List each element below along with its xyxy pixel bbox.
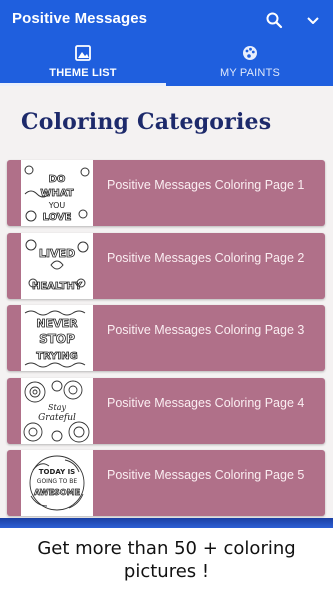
tab-theme-list-label: THEME LIST <box>49 67 117 79</box>
svg-text:WHAT: WHAT <box>40 188 73 199</box>
bottom-band <box>0 518 333 528</box>
category-label: Positive Messages Coloring Page 3 <box>107 323 305 337</box>
category-item[interactable]: TODAY IS GOING TO BE AWESOME Positive Me… <box>7 450 325 516</box>
tab-my-paints-label: MY PAINTS <box>219 67 281 79</box>
category-item[interactable]: LIVED HEALTHY Positive Messages Coloring… <box>7 233 325 299</box>
app-screen: Positive Messages THEME LIST MY PAINTS C… <box>0 0 333 592</box>
palette-icon <box>243 46 257 60</box>
category-label: Positive Messages Coloring Page 4 <box>107 396 305 410</box>
category-label: Positive Messages Coloring Page 2 <box>107 251 305 265</box>
category-item[interactable]: Stay Grateful Positive Messages Coloring… <box>7 378 325 444</box>
svg-text:LOVE: LOVE <box>43 212 72 223</box>
image-icon <box>75 45 91 61</box>
promo-banner: Get more than 50 + coloring pictures ! <box>0 528 333 592</box>
category-thumbnail: Stay Grateful <box>21 378 93 444</box>
page-title: Coloring Categories <box>21 109 272 135</box>
svg-text:HEALTHY: HEALTHY <box>32 281 83 292</box>
svg-text:NEVER: NEVER <box>36 317 78 330</box>
svg-text:Stay: Stay <box>48 403 66 412</box>
app-title: Positive Messages <box>12 10 148 27</box>
search-icon <box>266 12 283 29</box>
category-item[interactable]: DO WHAT YOU LOVE Positive Messages Color… <box>7 160 325 226</box>
svg-text:GOING TO BE: GOING TO BE <box>37 478 78 485</box>
app-bar: Positive Messages THEME LIST MY PAINTS <box>0 0 333 86</box>
svg-text:YOU: YOU <box>48 201 66 210</box>
category-thumbnail: DO WHAT YOU LOVE <box>21 160 93 226</box>
tab-my-paints[interactable]: MY PAINTS <box>167 40 333 86</box>
svg-text:TODAY IS: TODAY IS <box>39 468 75 476</box>
svg-text:Grateful: Grateful <box>38 413 76 423</box>
svg-text:DO: DO <box>49 174 66 185</box>
promo-text: Get more than 50 + coloring pictures ! <box>37 538 296 582</box>
svg-text:TRYING: TRYING <box>36 351 78 362</box>
category-item[interactable]: NEVER STOP TRYING Positive Messages Colo… <box>7 305 325 371</box>
category-thumbnail: LIVED HEALTHY <box>21 233 93 299</box>
category-label: Positive Messages Coloring Page 1 <box>107 178 305 192</box>
chevron-down-icon <box>307 17 319 24</box>
category-thumbnail: NEVER STOP TRYING <box>21 305 93 371</box>
svg-text:LIVED: LIVED <box>39 247 75 260</box>
category-label: Positive Messages Coloring Page 5 <box>107 468 305 482</box>
dropdown-button[interactable] <box>302 9 324 31</box>
svg-text:STOP: STOP <box>39 332 75 346</box>
category-thumbnail: TODAY IS GOING TO BE AWESOME <box>21 450 93 516</box>
svg-text:AWESOME: AWESOME <box>34 488 80 497</box>
search-button[interactable] <box>263 9 285 31</box>
tab-theme-list[interactable]: THEME LIST <box>0 40 166 86</box>
